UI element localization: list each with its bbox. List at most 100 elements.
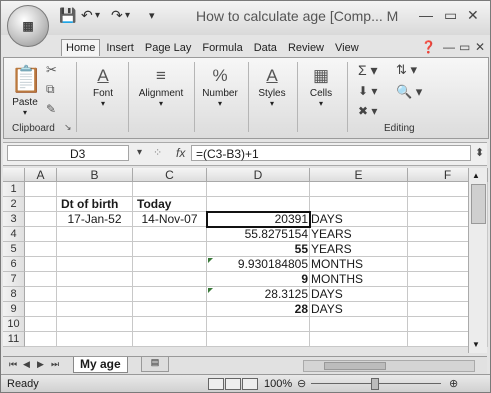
row-header-1[interactable]: 1 bbox=[3, 182, 25, 197]
select-all-corner[interactable] bbox=[3, 168, 25, 182]
cell-a4[interactable] bbox=[25, 227, 57, 242]
row-header-5[interactable]: 5 bbox=[3, 242, 25, 257]
normal-view-icon[interactable] bbox=[208, 378, 224, 390]
cell-b11[interactable] bbox=[57, 332, 133, 347]
fill-icon[interactable]: ⬇ ▾ bbox=[358, 84, 377, 98]
zoom-out-icon[interactable]: ⊖ bbox=[297, 377, 306, 390]
expand-formula-bar-icon[interactable]: ⬍ bbox=[475, 146, 484, 159]
cell-c5[interactable] bbox=[133, 242, 207, 257]
cell-d3[interactable]: 20391 bbox=[207, 212, 310, 227]
number-button[interactable]: % Number ▾ bbox=[196, 66, 244, 108]
row-header-11[interactable]: 11 bbox=[3, 332, 25, 347]
cell-e3[interactable]: DAYS bbox=[310, 212, 408, 227]
tab-page-layout[interactable]: Page Lay bbox=[140, 39, 196, 57]
cell-e7[interactable]: MONTHS bbox=[310, 272, 408, 287]
row-header-8[interactable]: 8 bbox=[3, 287, 25, 302]
cell-b10[interactable] bbox=[57, 317, 133, 332]
horizontal-scrollbar[interactable] bbox=[303, 360, 475, 372]
save-icon[interactable]: 💾 bbox=[59, 7, 76, 24]
cell-d8[interactable]: 28.3125 bbox=[207, 287, 310, 302]
insert-sheet-button[interactable]: ▤ bbox=[141, 357, 169, 372]
tab-home[interactable]: Home bbox=[61, 39, 101, 56]
cell-a2[interactable] bbox=[25, 197, 57, 212]
first-sheet-icon[interactable]: ⏮ bbox=[9, 359, 17, 370]
cell-b9[interactable] bbox=[57, 302, 133, 317]
next-sheet-icon[interactable]: ▶ bbox=[37, 359, 44, 370]
cut-icon[interactable]: ✂ bbox=[46, 62, 57, 78]
tab-review[interactable]: Review bbox=[283, 39, 329, 57]
cell-e8[interactable]: DAYS bbox=[310, 287, 408, 302]
cell-a11[interactable] bbox=[25, 332, 57, 347]
help-icon[interactable]: ❓ bbox=[421, 40, 436, 54]
cell-a6[interactable] bbox=[25, 257, 57, 272]
row-header-7[interactable]: 7 bbox=[3, 272, 25, 287]
customize-icon[interactable]: ▾ bbox=[149, 9, 155, 22]
zoom-slider[interactable] bbox=[311, 378, 441, 390]
cell-d2[interactable] bbox=[207, 197, 310, 212]
undo-icon[interactable]: ↶ bbox=[81, 7, 93, 24]
cell-e2[interactable] bbox=[310, 197, 408, 212]
cell-c9[interactable] bbox=[133, 302, 207, 317]
cell-a3[interactable] bbox=[25, 212, 57, 227]
cell-b1[interactable] bbox=[57, 182, 133, 197]
scroll-down-icon[interactable]: ▼ bbox=[472, 340, 480, 349]
row-header-9[interactable]: 9 bbox=[3, 302, 25, 317]
clear-icon[interactable]: ✖ ▾ bbox=[358, 104, 377, 118]
zoom-in-icon[interactable]: ⊕ bbox=[449, 377, 458, 390]
cell-e10[interactable] bbox=[310, 317, 408, 332]
cell-c8[interactable] bbox=[133, 287, 207, 302]
cell-b2[interactable]: Dt of birth bbox=[57, 197, 133, 212]
cell-b5[interactable] bbox=[57, 242, 133, 257]
cell-a1[interactable] bbox=[25, 182, 57, 197]
tab-data[interactable]: Data bbox=[249, 39, 282, 57]
styles-button[interactable]: A Styles ▾ bbox=[252, 66, 292, 108]
cell-e5[interactable]: YEARS bbox=[310, 242, 408, 257]
alignment-button[interactable]: ≡ Alignment ▾ bbox=[132, 66, 190, 108]
scroll-up-icon[interactable]: ▲ bbox=[472, 171, 480, 180]
undo-dropdown-icon[interactable]: ▾ bbox=[95, 10, 100, 21]
row-header-4[interactable]: 4 bbox=[3, 227, 25, 242]
cell-c2[interactable]: Today bbox=[133, 197, 207, 212]
cell-b7[interactable] bbox=[57, 272, 133, 287]
cell-a7[interactable] bbox=[25, 272, 57, 287]
cell-c3[interactable]: 14-Nov-07 bbox=[133, 212, 207, 227]
find-select-icon[interactable]: 🔍 ▾ bbox=[396, 84, 422, 100]
cell-e1[interactable] bbox=[310, 182, 408, 197]
cell-d9[interactable]: 28 bbox=[207, 302, 310, 317]
cell-e6[interactable]: MONTHS bbox=[310, 257, 408, 272]
redo-dropdown-icon[interactable]: ▾ bbox=[125, 10, 130, 21]
cell-c7[interactable] bbox=[133, 272, 207, 287]
cell-d1[interactable] bbox=[207, 182, 310, 197]
cell-d6[interactable]: 9.930184805 bbox=[207, 257, 310, 272]
ribbon-minimize-icon[interactable]: — bbox=[443, 40, 455, 54]
row-header-6[interactable]: 6 bbox=[3, 257, 25, 272]
cell-d4[interactable]: 55.8275154 bbox=[207, 227, 310, 242]
cell-c4[interactable] bbox=[133, 227, 207, 242]
cell-b3[interactable]: 17-Jan-52 bbox=[57, 212, 133, 227]
column-header-e[interactable]: E bbox=[310, 168, 408, 182]
cells-button[interactable]: ▦ Cells ▾ bbox=[304, 66, 338, 108]
row-header-3[interactable]: 3 bbox=[3, 212, 25, 227]
tab-insert[interactable]: Insert bbox=[101, 39, 139, 57]
scrollbar-thumb[interactable] bbox=[471, 184, 486, 224]
minimize-icon[interactable]: — bbox=[419, 7, 433, 23]
error-indicator-icon[interactable] bbox=[208, 258, 213, 263]
restore-icon[interactable]: ▭ bbox=[444, 7, 457, 24]
cell-a5[interactable] bbox=[25, 242, 57, 257]
tab-formulas[interactable]: Formula bbox=[197, 39, 247, 57]
column-header-d[interactable]: D bbox=[207, 168, 310, 182]
column-header-a[interactable]: A bbox=[25, 168, 57, 182]
scrollbar-thumb[interactable] bbox=[324, 362, 386, 370]
column-header-b[interactable]: B bbox=[57, 168, 133, 182]
cell-e11[interactable] bbox=[310, 332, 408, 347]
zoom-slider-thumb[interactable] bbox=[371, 378, 379, 390]
cell-e4[interactable]: YEARS bbox=[310, 227, 408, 242]
cell-a10[interactable] bbox=[25, 317, 57, 332]
paste-button[interactable]: 📋 Paste ▾ bbox=[10, 64, 42, 117]
ribbon-close-icon[interactable]: ✕ bbox=[475, 40, 485, 54]
cell-c1[interactable] bbox=[133, 182, 207, 197]
page-break-view-icon[interactable] bbox=[242, 378, 258, 390]
close-icon[interactable]: ✕ bbox=[467, 7, 479, 24]
cell-d11[interactable] bbox=[207, 332, 310, 347]
cell-d7[interactable]: 9 bbox=[207, 272, 310, 287]
